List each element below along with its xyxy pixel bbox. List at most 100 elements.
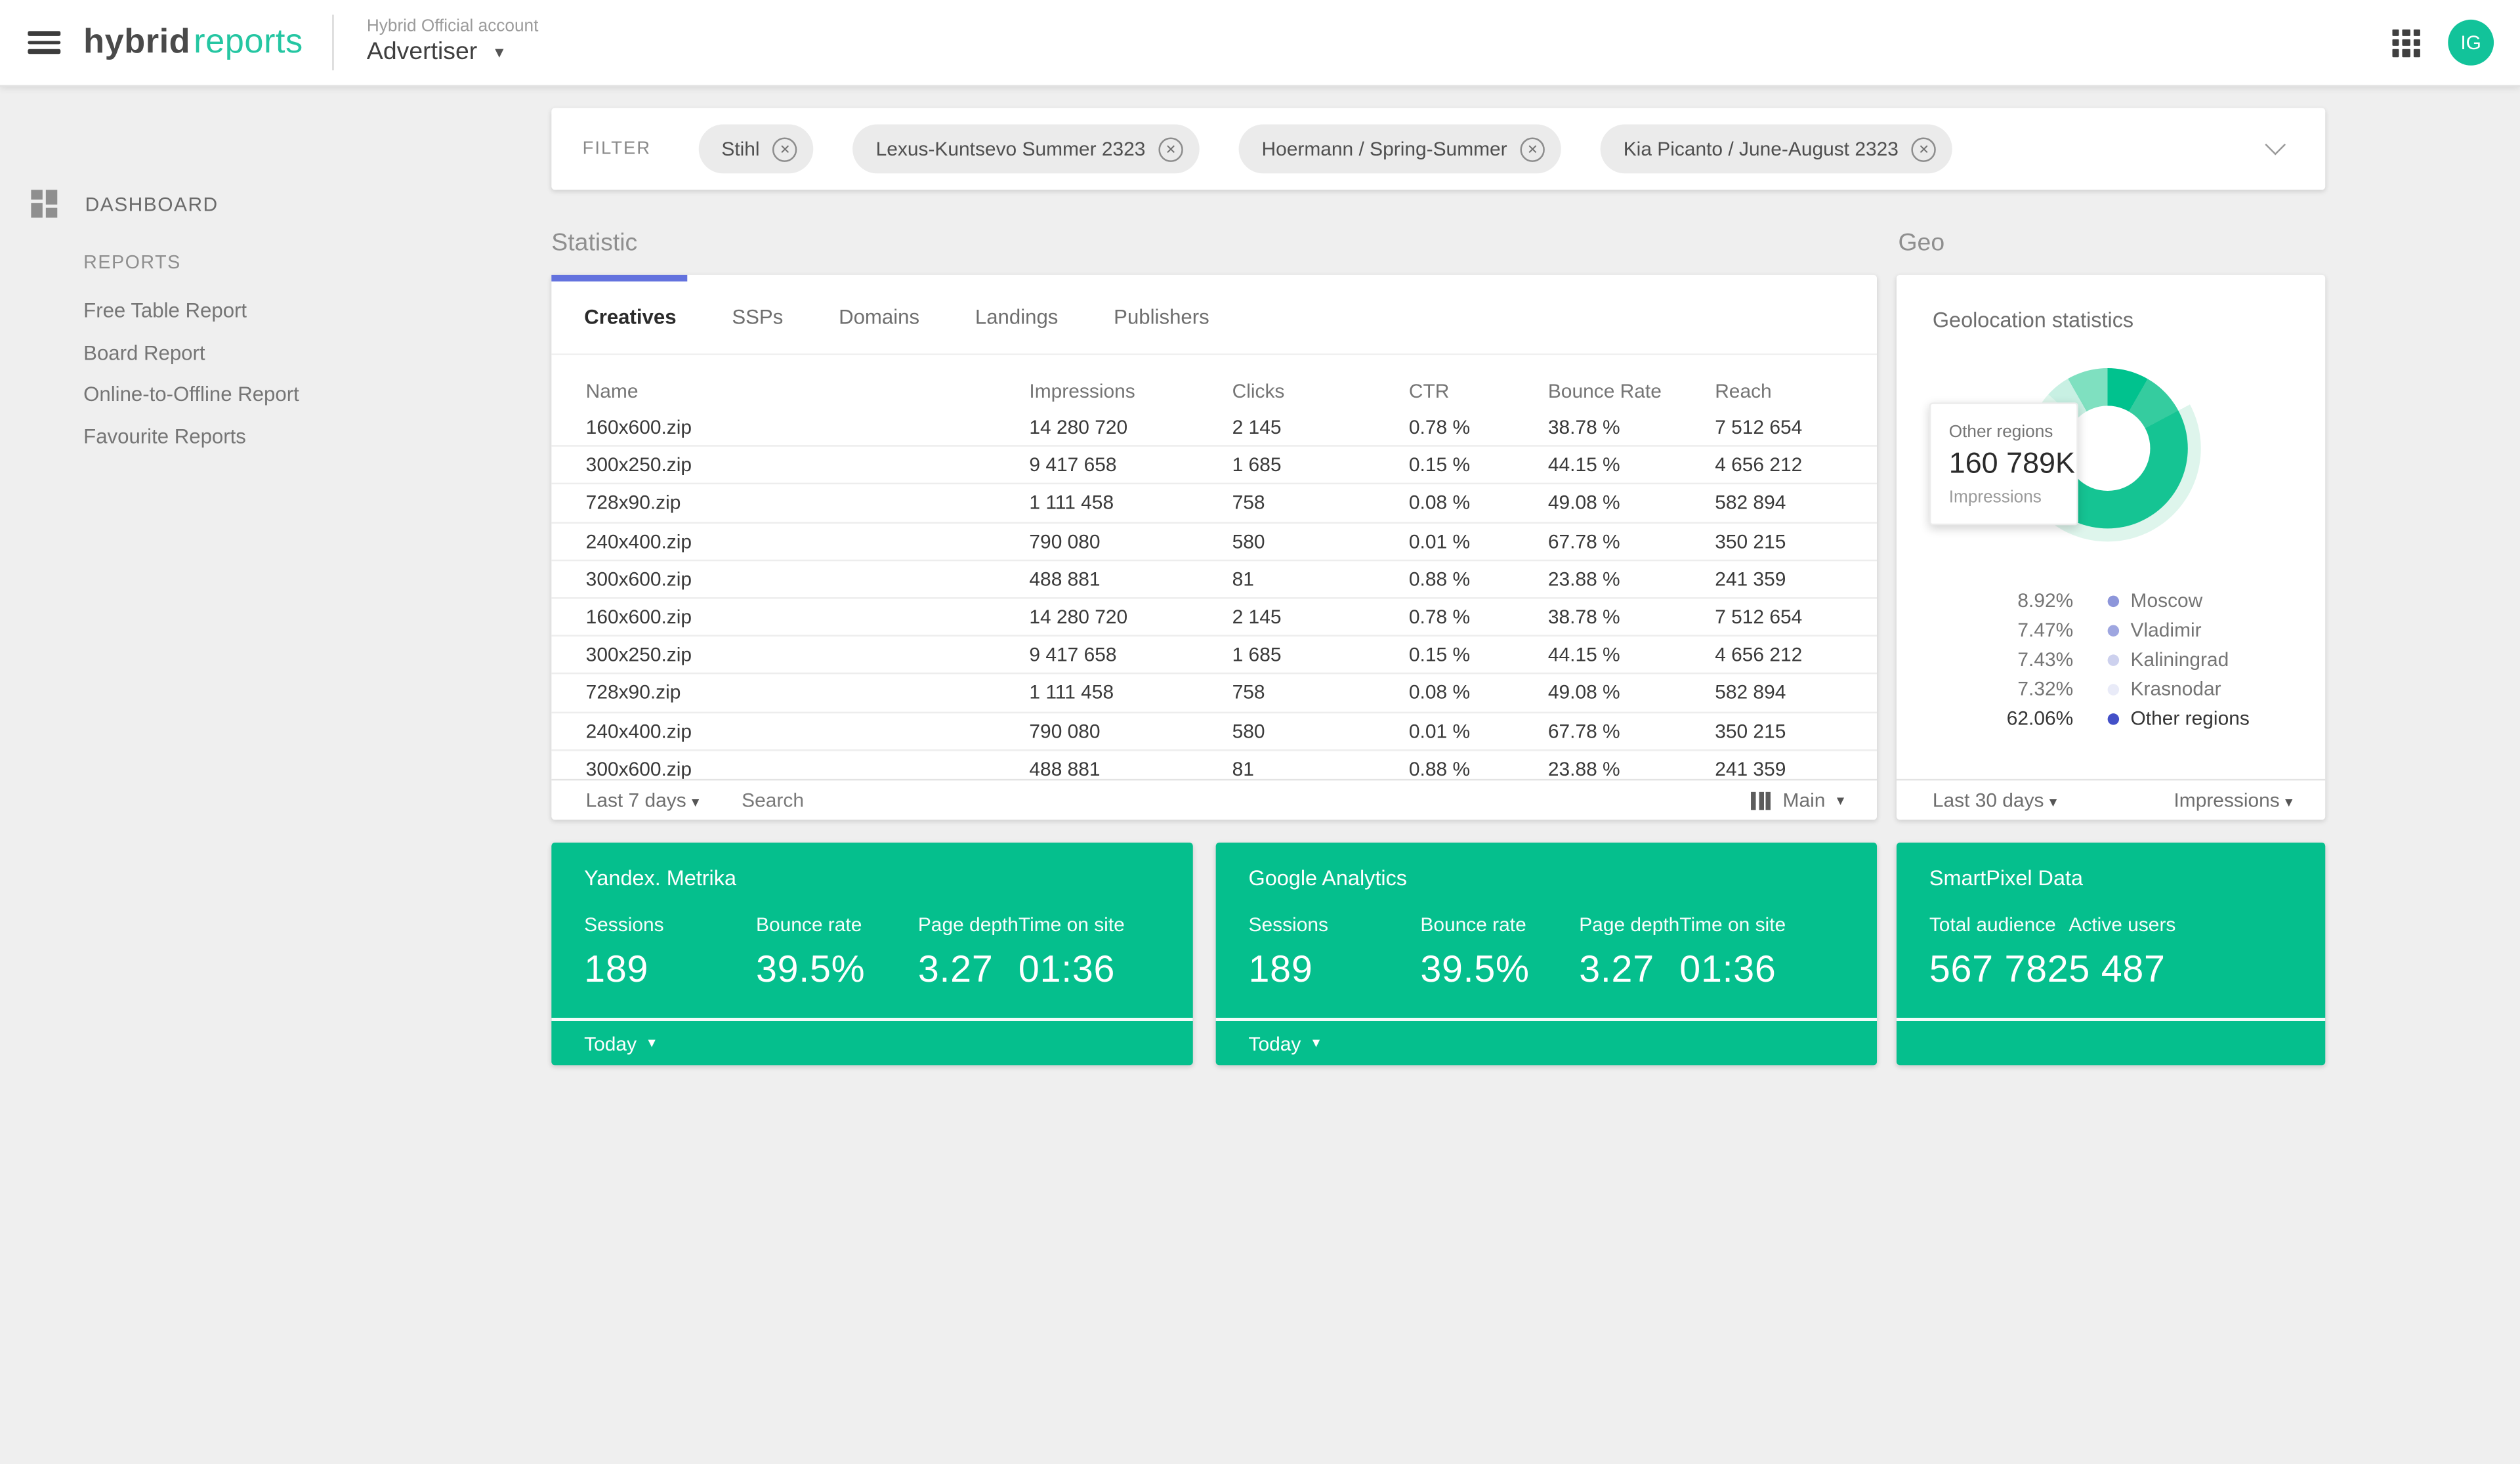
tooltip-value: 160 789K [1948, 446, 2075, 480]
tab[interactable]: SSPs [732, 306, 783, 329]
search-input[interactable]: Search [742, 789, 804, 812]
table-row[interactable]: 728x90.zip 1 111 458 758 0.08 % 49.08 % … [551, 675, 1878, 713]
chevron-down-icon: ▾ [1312, 1034, 1320, 1051]
google-analytics-card: Google Analytics Sessions 189 Bounce rat… [1215, 843, 1878, 1066]
geo-heading: Geo [1898, 229, 1945, 257]
tooltip-title: Other regions [1948, 422, 2053, 442]
legend-row[interactable]: 7.47% Vladimir [1897, 616, 2325, 645]
tab[interactable]: Creatives [584, 306, 676, 329]
filter-expand-chevron-icon[interactable] [2265, 134, 2286, 156]
chevron-down-icon: ▾ [648, 1034, 656, 1051]
col-impressions: Impressions [1029, 379, 1135, 402]
sidebar-item[interactable]: Favourite Reports [83, 417, 299, 459]
dashboard-icon [31, 190, 58, 218]
period-dropdown[interactable]: Today ▾ [584, 1032, 656, 1055]
chevron-down-icon: ▾ [692, 793, 700, 810]
col-reach: Reach [1715, 379, 1772, 402]
metrics: Sessions 189 Bounce rate 39.5% Page dept… [1249, 913, 1861, 992]
geo-range-dropdown[interactable]: Last 30 days ▾ [1933, 789, 2057, 812]
chip-remove-icon[interactable]: ✕ [1911, 136, 1937, 161]
account-switcher[interactable]: Hybrid Official account Advertiser ▼ [367, 16, 538, 68]
sidebar-item-dashboard[interactable]: DASHBOARD [31, 190, 218, 218]
apps-grid-icon[interactable] [2392, 28, 2420, 57]
topbar-actions: IG [2392, 19, 2519, 66]
filter-chip[interactable]: Stihl ✕ [698, 124, 814, 174]
legend-dot-icon [2107, 624, 2120, 636]
geo-card-title: Geolocation statistics [1932, 307, 2134, 333]
table-row[interactable]: 728x90.zip 1 111 458 758 0.08 % 49.08 % … [551, 485, 1878, 523]
date-range-dropdown[interactable]: Last 7 days ▾ [586, 789, 700, 812]
sidebar-item[interactable]: Online-to-Offline Report [83, 375, 299, 417]
table-row[interactable]: 300x250.zip 9 417 658 1 685 0.15 % 44.15… [551, 637, 1878, 675]
geo-card: Geolocation statistics Other regions 160… [1896, 274, 2326, 820]
logo-secondary: reports [194, 22, 303, 61]
avatar[interactable]: IG [2448, 19, 2494, 66]
table-row[interactable]: 240x400.zip 790 080 580 0.01 % 67.78 % 3… [551, 713, 1878, 751]
legend-dot-icon [2107, 595, 2120, 606]
yandex-metrika-card: Yandex. Metrika Sessions 189 Bounce rate… [551, 843, 1193, 1066]
sidebar-item[interactable]: Board Report [83, 333, 299, 375]
metric: Bounce rate 39.5% [1420, 913, 1530, 990]
col-clicks: Clicks [1232, 379, 1285, 402]
sidebar-reports-heading: REPORTS [83, 253, 181, 274]
top-bar: hybrid reports Hybrid Official account Ad… [0, 0, 2520, 85]
filter-chip-label: Lexus-Kuntsevo Summer 2323 [875, 137, 1146, 161]
table-row[interactable]: 300x250.zip 9 417 658 1 685 0.15 % 44.15… [551, 447, 1878, 486]
legend-dot-icon [2107, 712, 2120, 724]
card-title: Google Analytics [1248, 866, 1408, 890]
table-row[interactable]: 300x600.zip 488 881 81 0.88 % 23.88 % 24… [551, 561, 1878, 599]
chevron-down-icon: ▾ [2049, 793, 2057, 810]
legend-row[interactable]: 7.43% Kaliningrad [1897, 644, 2325, 674]
table-footer: Last 7 days ▾ Search Main ▾ [551, 778, 1878, 820]
filter-chip[interactable]: Lexus-Kuntsevo Summer 2323 ✕ [852, 124, 1200, 174]
tab[interactable]: Domains [839, 306, 919, 329]
legend-dot-icon [2107, 654, 2120, 665]
table-row[interactable]: 240x400.zip 790 080 580 0.01 % 67.78 % 3… [551, 523, 1878, 561]
table-body: 160x600.zip 14 280 720 2 145 0.78 % 38.7… [551, 409, 1878, 779]
metric: Time on site 01:36 [1018, 913, 1125, 990]
active-section-indicator [551, 274, 688, 282]
period-dropdown[interactable]: Today ▾ [1249, 1032, 1320, 1055]
metric: Bounce rate 39.5% [755, 913, 866, 990]
col-bounce-rate: Bounce Rate [1547, 379, 1662, 402]
statistic-heading: Statistic [551, 229, 638, 257]
filter-chip[interactable]: Kia Picanto / June-August 2323 ✕ [1600, 124, 1953, 174]
columns-icon [1752, 791, 1772, 810]
geo-metric-dropdown[interactable]: Impressions ▾ [2174, 789, 2292, 812]
sidebar-item[interactable]: Free Table Report [83, 291, 299, 333]
topbar-divider [332, 14, 335, 71]
metrics: Total audience 567 782 Active users 5 48… [1929, 913, 2309, 992]
legend-row[interactable]: 8.92% Moscow [1897, 586, 2325, 616]
table-row[interactable]: 160x600.zip 14 280 720 2 145 0.78 % 38.7… [551, 409, 1878, 448]
metric: Page depth 3.27 [917, 913, 1018, 990]
chevron-down-icon: ▾ [1836, 791, 1845, 808]
chip-remove-icon[interactable]: ✕ [1158, 136, 1183, 161]
view-dropdown[interactable]: Main ▾ [1752, 789, 1844, 812]
sidebar-report-list: Free Table Report Board Report Online-to-O… [83, 291, 299, 459]
chip-remove-icon[interactable]: ✕ [1520, 136, 1545, 161]
tab[interactable]: Landings [975, 306, 1059, 329]
filter-chip[interactable]: Hoermann / Spring-Summer ✕ [1238, 124, 1561, 174]
card-footer: Today ▾ [1215, 1017, 1878, 1065]
tab[interactable]: Publishers [1114, 306, 1209, 329]
filter-chip-label: Hoermann / Spring-Summer [1261, 137, 1507, 161]
legend-row[interactable]: 7.32% Krasnodar [1897, 674, 2325, 703]
account-name[interactable]: Advertiser ▼ [367, 38, 538, 69]
statistic-tabs: Creatives SSPs Domains Landings Publishers [551, 282, 1878, 356]
app-logo: hybrid reports [83, 23, 303, 62]
table-row[interactable]: 160x600.zip 14 280 720 2 145 0.78 % 38.7… [551, 598, 1878, 637]
dashboard-page: hybrid reports Hybrid Official account Ad… [0, 0, 2520, 1464]
smartpixel-data-card: SmartPixel Data Total audience 567 782 A… [1896, 843, 2326, 1066]
legend-row[interactable]: 62.06% Other regions [1897, 703, 2325, 733]
table-row[interactable]: 300x600.zip 488 881 81 0.88 % 23.88 % 24… [551, 751, 1877, 779]
legend-dot-icon [2107, 683, 2120, 695]
metric: Active users 5 487 [2068, 913, 2176, 990]
filter-bar: FILTER Stihl ✕ Lexus-Kuntsevo Summer 232… [551, 108, 2326, 190]
metric: Sessions 189 [584, 913, 664, 990]
metric: Time on site 01:36 [1679, 913, 1786, 990]
metrics: Sessions 189 Bounce rate 39.5% Page dept… [584, 913, 1177, 992]
hamburger-menu-icon[interactable] [28, 31, 61, 54]
sidebar: DASHBOARD REPORTS Free Table Report Board… [0, 85, 551, 1464]
chip-remove-icon[interactable]: ✕ [772, 136, 797, 161]
chevron-down-icon: ▼ [492, 44, 507, 61]
